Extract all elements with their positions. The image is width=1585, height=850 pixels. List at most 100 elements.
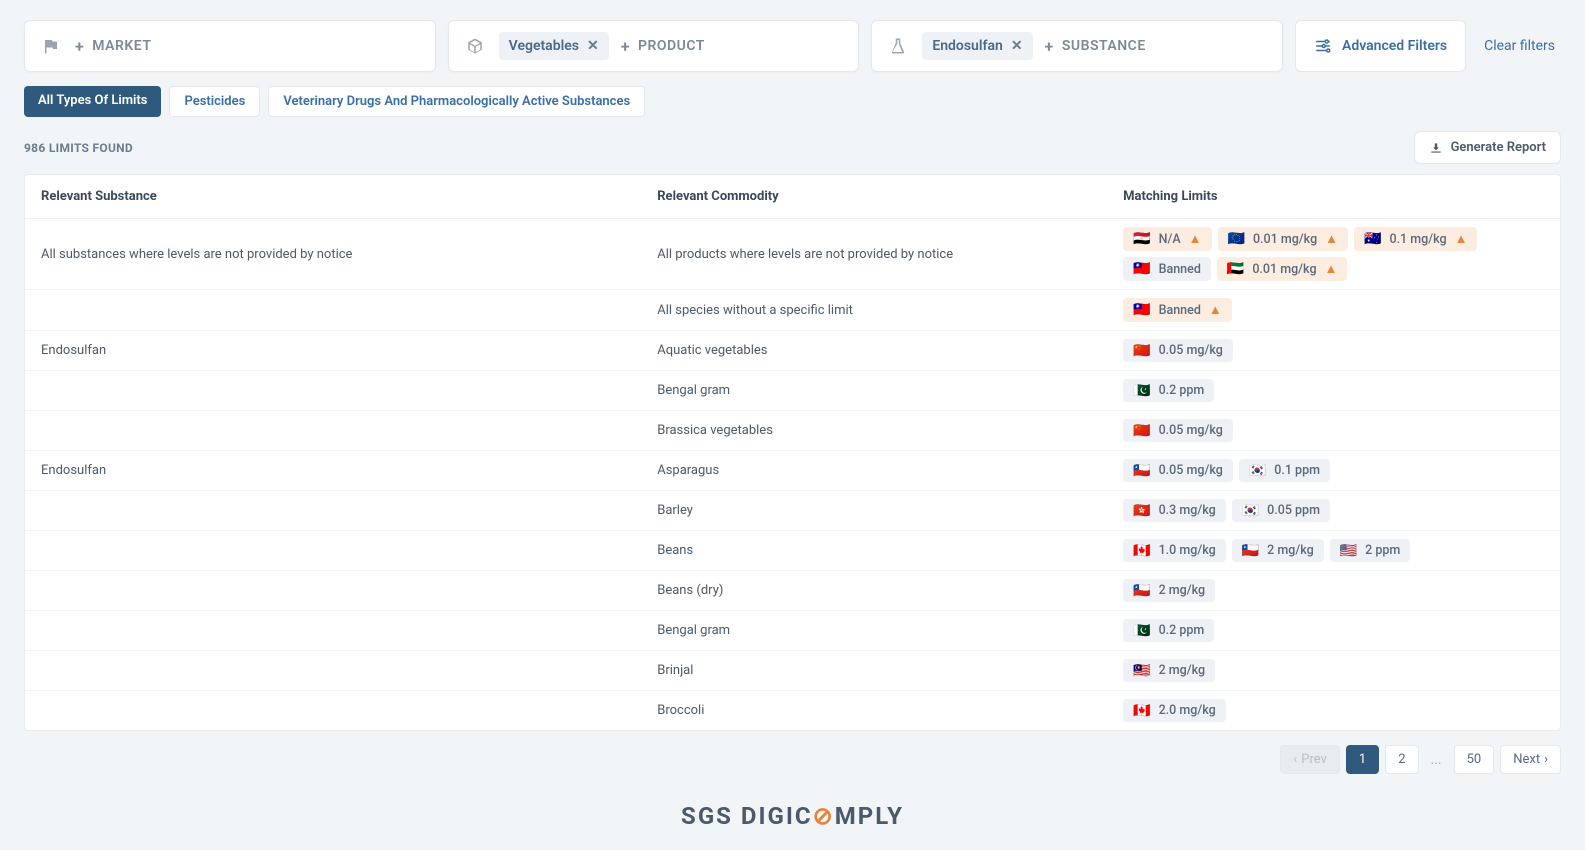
- cell-commodity: Bengal gram: [657, 383, 1123, 398]
- table-row: Barley🇭🇰0.3 mg/kg🇰🇷0.05 ppm: [25, 491, 1560, 531]
- limit-value: Banned: [1159, 303, 1201, 318]
- cell-limits: 🇨🇦2.0 mg/kg: [1123, 699, 1544, 722]
- plus-icon: +: [621, 37, 630, 56]
- tab-veterinary-drugs-and-pharmacologically-active-substances[interactable]: Veterinary Drugs And Pharmacologically A…: [268, 86, 645, 117]
- flag-icon: 🇹🇼: [1133, 303, 1150, 317]
- table-row: Brassica vegetables🇨🇳0.05 mg/kg: [25, 411, 1560, 451]
- page-last[interactable]: 50: [1454, 745, 1495, 774]
- column-limits: Matching Limits: [1123, 189, 1544, 204]
- chevron-right-icon: ›: [1544, 752, 1548, 767]
- tabs-row: All Types Of Limits Pesticides Veterinary …: [24, 86, 1561, 117]
- cell-commodity: Beans: [657, 543, 1123, 558]
- cell-limits: 🇨🇳 0.05 mg/kg: [1123, 419, 1544, 442]
- add-product-button[interactable]: + PRODUCT: [621, 37, 705, 56]
- cell-commodity: Broccoli: [657, 703, 1123, 718]
- limit-badge[interactable]: 🇰🇷0.05 ppm: [1232, 499, 1330, 522]
- cell-limits: 🇨🇳0.05 mg/kg: [1123, 339, 1544, 362]
- limit-badge[interactable]: 🇲🇾2 mg/kg: [1123, 659, 1215, 682]
- limit-value: 0.05 mg/kg: [1159, 343, 1223, 358]
- limit-badge[interactable]: 🇦🇪0.01 mg/kg▲: [1217, 257, 1348, 281]
- add-market-button[interactable]: + MARKET: [75, 37, 151, 56]
- table-row: Beans 🇨🇦 1.0 mg/kg 🇨🇱2 mg/kg 🇺🇸2 ppm: [25, 531, 1560, 571]
- limit-value: N/A: [1159, 232, 1181, 247]
- sliders-icon: [1314, 37, 1332, 55]
- limit-badge[interactable]: 🇰🇷 0.1 ppm: [1239, 459, 1330, 482]
- warning-icon: ▲: [1209, 302, 1222, 318]
- warning-icon: ▲: [1455, 231, 1468, 247]
- remove-substance-chip-button[interactable]: ✕: [1011, 39, 1023, 53]
- generate-report-button[interactable]: Generate Report: [1414, 131, 1561, 164]
- limit-badge[interactable]: 🇨🇱2 mg/kg: [1123, 579, 1215, 602]
- flag-icon: 🇪🇬: [1133, 232, 1150, 246]
- product-placeholder: PRODUCT: [638, 38, 705, 54]
- cell-commodity: Brinjal: [657, 663, 1123, 678]
- add-substance-button[interactable]: + SUBSTANCE: [1045, 37, 1146, 56]
- page-1[interactable]: 1: [1346, 745, 1379, 774]
- ellipsis: ...: [1425, 752, 1448, 768]
- flag-icon: 🇭🇰: [1133, 504, 1150, 518]
- clear-filters-link[interactable]: Clear filters: [1478, 38, 1561, 54]
- limit-badge[interactable]: 🇪🇬N/A▲: [1123, 227, 1211, 251]
- limit-badge[interactable]: 🇨🇱2 mg/kg: [1232, 539, 1324, 562]
- flag-icon: 🇵🇰: [1133, 384, 1150, 398]
- warning-icon: ▲: [1325, 231, 1338, 247]
- limit-badge[interactable]: 🇨🇦 1.0 mg/kg: [1123, 539, 1226, 562]
- cell-substance: Endosulfan: [41, 463, 657, 478]
- cell-limits: 🇨🇦 1.0 mg/kg 🇨🇱2 mg/kg 🇺🇸2 ppm: [1123, 539, 1544, 562]
- substance-placeholder: SUBSTANCE: [1062, 38, 1146, 54]
- next-button[interactable]: Next ›: [1500, 745, 1561, 774]
- limit-badge[interactable]: 🇵🇰 0.2 ppm: [1123, 619, 1214, 642]
- market-filter-box: + MARKET: [24, 20, 436, 72]
- flag-icon: 🇨🇦: [1133, 544, 1150, 558]
- limit-badge[interactable]: 🇨🇳 0.05 mg/kg: [1123, 419, 1233, 442]
- cell-limits: 🇨🇱2 mg/kg: [1123, 579, 1544, 602]
- advanced-filters-button[interactable]: Advanced Filters: [1295, 20, 1466, 72]
- market-placeholder: MARKET: [92, 38, 151, 54]
- remove-product-chip-button[interactable]: ✕: [587, 39, 599, 53]
- substance-chip: Endosulfan ✕: [922, 32, 1032, 60]
- cell-commodity: Asparagus: [657, 463, 1123, 478]
- results-count: 986 LIMITS FOUND: [24, 141, 133, 155]
- plus-icon: +: [1045, 37, 1054, 56]
- brand-logo: SGS DIGIC ⊘ MPLY: [24, 802, 1561, 830]
- limit-value: 0.01 mg/kg: [1252, 262, 1316, 277]
- brand-part2: MPLY: [835, 802, 904, 830]
- cell-substance: Endosulfan: [41, 343, 657, 358]
- flag-icon: 🇪🇺: [1228, 232, 1245, 246]
- limit-value: 0.01 mg/kg: [1253, 232, 1317, 247]
- limit-badge[interactable]: 🇦🇺0.1 mg/kg▲: [1354, 227, 1477, 251]
- table-row: EndosulfanAsparagus🇨🇱0.05 mg/kg 🇰🇷 0.1 ppm: [25, 451, 1560, 491]
- flag-icon: 🇰🇷: [1249, 464, 1266, 478]
- flag-icon: 🇨🇦: [1133, 704, 1150, 718]
- substance-filter-box: Endosulfan ✕ + SUBSTANCE: [871, 20, 1283, 72]
- column-commodity: Relevant Commodity: [657, 189, 1123, 204]
- page-2[interactable]: 2: [1385, 745, 1418, 774]
- cell-limits: 🇨🇱0.05 mg/kg 🇰🇷 0.1 ppm: [1123, 459, 1544, 482]
- cell-limits: 🇵🇰0.2 ppm: [1123, 379, 1544, 402]
- limit-value: 0.1 ppm: [1274, 463, 1320, 478]
- cube-icon: [463, 34, 487, 58]
- table-row: Bengal gram🇵🇰0.2 ppm: [25, 371, 1560, 411]
- tab-all-types-of-limits[interactable]: All Types Of Limits: [24, 86, 161, 117]
- limit-badge[interactable]: 🇨🇦2.0 mg/kg: [1123, 699, 1226, 722]
- flag-icon: 🇨🇳: [1133, 424, 1150, 438]
- limit-value: 0.05 mg/kg: [1159, 463, 1223, 478]
- limit-value: 0.2 ppm: [1159, 623, 1205, 638]
- flag-icon: 🇹🇼: [1133, 262, 1150, 276]
- cell-commodity: Beans (dry): [657, 583, 1123, 598]
- cell-substance: All substances where levels are not prov…: [41, 247, 657, 262]
- limit-badge[interactable]: 🇨🇳0.05 mg/kg: [1123, 339, 1233, 362]
- limit-badge[interactable]: 🇭🇰 0.3 mg/kg: [1123, 499, 1226, 522]
- flag-icon: 🇵🇰: [1133, 624, 1150, 638]
- limit-badge[interactable]: 🇹🇼Banned: [1123, 257, 1211, 281]
- limit-badge[interactable]: 🇪🇺 0.01 mg/kg ▲: [1218, 227, 1349, 251]
- limit-value: 0.05 mg/kg: [1159, 423, 1223, 438]
- limit-badge[interactable]: 🇨🇱0.05 mg/kg: [1123, 459, 1233, 482]
- limit-value: 0.3 mg/kg: [1159, 503, 1216, 518]
- limit-badge[interactable]: 🇵🇰0.2 ppm: [1123, 379, 1214, 402]
- limit-badge[interactable]: 🇹🇼 Banned ▲: [1123, 298, 1232, 322]
- limit-badge[interactable]: 🇺🇸2 ppm: [1330, 539, 1411, 562]
- limit-value: 1.0 mg/kg: [1159, 543, 1216, 558]
- cell-commodity: Aquatic vegetables: [657, 343, 1123, 358]
- tab-pesticides[interactable]: Pesticides: [169, 86, 260, 117]
